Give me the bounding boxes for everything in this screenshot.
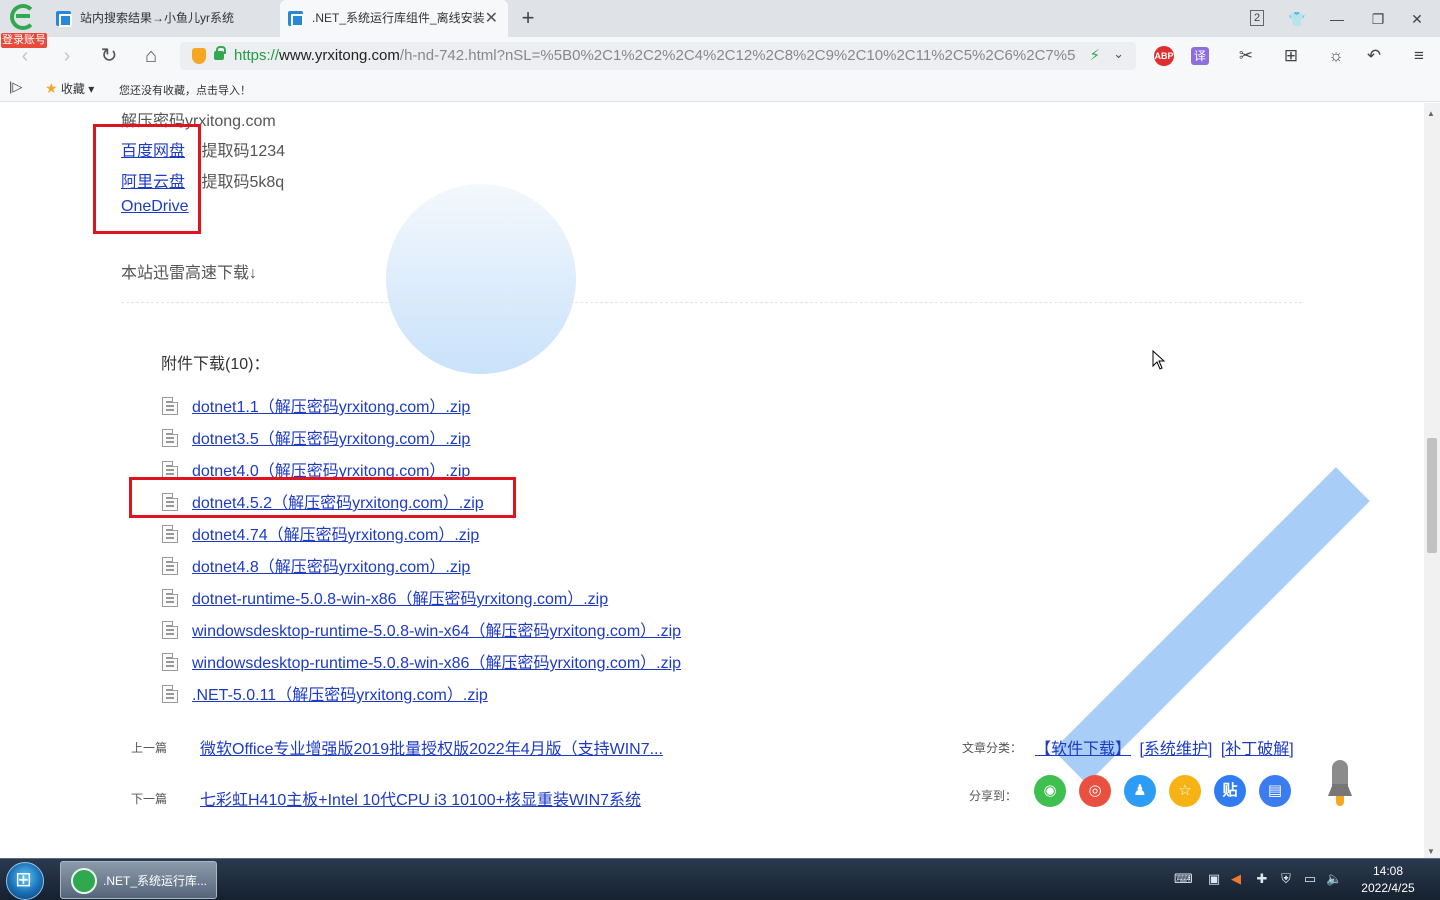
close-tab-icon[interactable]: ✕ — [485, 0, 498, 37]
highlight-box — [93, 124, 201, 234]
shirt-skin-icon[interactable]: 👕 — [1286, 8, 1308, 30]
category-list: 【软件下载】 [系统维护] [补丁破解] — [1035, 735, 1298, 759]
network-icon[interactable]: ▭ — [1302, 871, 1318, 887]
start-button[interactable] — [6, 862, 44, 900]
taskbar-browser-item[interactable]: .NET_系统运行库... — [60, 861, 217, 899]
network-monitor-icon[interactable]: ▣ — [1206, 871, 1222, 887]
category-maintenance-link[interactable]: [系统维护] — [1139, 741, 1212, 758]
attachment-link[interactable]: dotnet1.1（解压密码yrxitong.com）.zip — [192, 393, 470, 417]
zip-file-icon — [162, 653, 178, 671]
category-label: 文章分类： — [962, 741, 1023, 755]
browser-logo-icon[interactable]: 登录账号 — [0, 0, 48, 48]
decorative-circle — [386, 184, 576, 374]
home-button[interactable]: ⌂ — [138, 43, 164, 69]
new-tab-button[interactable]: + — [514, 4, 542, 32]
forward-button[interactable]: › — [54, 43, 80, 69]
weibo-share-icon[interactable]: ◎ — [1079, 775, 1111, 807]
wechat-share-icon[interactable]: ◉ — [1034, 775, 1066, 807]
refresh-button[interactable]: ↻ — [96, 43, 122, 69]
tab-title: .NET_系统运行库组件_离线安装 — [312, 11, 485, 25]
bookmark-bar: |▷ ★ 收藏 ▾ 您还没有收藏，点击导入！ — [0, 75, 1440, 102]
close-window-button[interactable]: ✕ — [1406, 8, 1428, 30]
apps-grid-icon[interactable]: ⊞ — [1279, 44, 1303, 68]
sidebar-toggle-icon[interactable]: |▷ — [9, 79, 22, 95]
category-patch-link[interactable]: [补丁破解] — [1221, 741, 1294, 758]
attachment-link[interactable]: .NET-5.0.11（解压密码yrxitong.com）.zip — [192, 681, 488, 705]
baidu-extract-code: 提取码1234 — [201, 143, 286, 160]
login-badge[interactable]: 登录账号 — [1, 33, 47, 48]
attachment-link[interactable]: windowsdesktop-runtime-5.0.8-win-x86（解压密… — [192, 649, 681, 673]
category-software-link[interactable]: 【软件下载】 — [1035, 741, 1131, 758]
security-app-icon[interactable]: ✚ — [1254, 871, 1270, 887]
tab-count-button[interactable]: 2 — [1250, 10, 1264, 26]
copy-link-icon[interactable]: ▤ — [1259, 775, 1291, 807]
keyboard-icon[interactable]: ⌨ — [1174, 871, 1193, 887]
zip-file-icon — [162, 397, 178, 415]
attachments-title: 附件下载(10)： — [161, 356, 270, 373]
zip-file-icon — [162, 621, 178, 639]
share-label: 分享到： — [969, 789, 1018, 803]
address-bar[interactable]: https://www.yrxitong.com/h-nd-742.html?n… — [180, 42, 1136, 70]
adblock-button[interactable]: ABP — [1154, 46, 1174, 66]
scrollbar-thumb[interactable] — [1427, 438, 1437, 553]
zip-file-icon — [162, 429, 178, 447]
attachment-link[interactable]: windowsdesktop-runtime-5.0.8-win-x64（解压密… — [192, 617, 681, 641]
attachment-link[interactable]: dotnet-runtime-5.0.8-win-x86（解压密码yrxiton… — [192, 585, 608, 609]
highlight-box — [129, 477, 516, 518]
tab-active[interactable]: .NET_系统运行库组件_离线安装 ✕ — [280, 0, 508, 37]
divider — [121, 302, 1302, 303]
brightness-icon[interactable]: ☼ — [1324, 44, 1348, 68]
prev-article-label: 上一篇 — [131, 741, 168, 755]
translate-button[interactable]: 译 — [1191, 47, 1209, 65]
page-content: 解压密码yrxitong.com 百度网盘 提取码1234 阿里云盘 提取码5k… — [0, 103, 1424, 858]
back-to-top-rocket-icon[interactable] — [1328, 760, 1352, 808]
minimize-button[interactable]: — — [1326, 8, 1348, 30]
speaker-app-icon[interactable]: ◀ — [1228, 871, 1244, 887]
system-clock[interactable]: 14:08 2022/4/25 — [1350, 863, 1426, 897]
volume-icon[interactable]: 🔈 — [1326, 871, 1342, 887]
bookmark-import-hint[interactable]: 您还没有收藏，点击导入！ — [119, 82, 251, 98]
tab-strip: 登录账号 站内搜索结果→小鱼儿yr系统 .NET_系统运行库组件_离线安装 ✕ … — [0, 0, 1440, 48]
browser-icon — [71, 868, 97, 894]
prev-article-link[interactable]: 微软Office专业增强版2019批量授权版2022年4月版（支持WIN7... — [200, 735, 663, 759]
site-favicon-icon — [56, 11, 72, 27]
next-article-link[interactable]: 七彩虹H410主板+Intel 10代CPU i3 10100+核显重装WIN7… — [200, 786, 641, 810]
speed-mode-icon[interactable]: ⚡ — [1089, 46, 1100, 64]
attachment-link[interactable]: dotnet4.74（解压密码yrxitong.com）.zip — [192, 521, 479, 545]
zip-file-icon — [162, 589, 178, 607]
scroll-down-icon[interactable]: ▼ — [1427, 847, 1435, 856]
menu-icon[interactable]: ≡ — [1407, 44, 1431, 68]
lock-icon[interactable] — [214, 46, 226, 60]
zip-file-icon — [162, 525, 178, 543]
next-article-label: 下一篇 — [131, 792, 168, 806]
undo-icon[interactable]: ↶ — [1362, 44, 1386, 68]
taskbar: .NET_系统运行库... ⌨ ▣ ◀ ✚ ⛨ ▭ 🔈 14:08 2022/4… — [0, 858, 1440, 900]
zip-file-icon — [162, 557, 178, 575]
zip-file-icon — [162, 685, 178, 703]
site-favicon-icon — [288, 11, 304, 27]
attachment-link[interactable]: dotnet3.5（解压密码yrxitong.com）.zip — [192, 425, 470, 449]
attachment-link[interactable]: dotnet4.8（解压密码yrxitong.com）.zip — [192, 553, 470, 577]
aliyun-extract-code: 提取码5k8q — [201, 174, 285, 191]
tab-title: 站内搜索结果→小鱼儿yr系统 — [80, 11, 234, 25]
scroll-up-icon[interactable]: ▲ — [1427, 109, 1435, 118]
qq-share-icon[interactable]: ♟ — [1124, 775, 1156, 807]
shield-tray-icon[interactable]: ⛨ — [1278, 871, 1294, 887]
tab-search-results[interactable]: 站内搜索结果→小鱼儿yr系统 — [48, 0, 276, 37]
shield-icon[interactable] — [192, 48, 206, 64]
scissors-icon[interactable]: ✂ — [1234, 44, 1258, 68]
qzone-share-icon[interactable]: ☆ — [1169, 775, 1201, 807]
tieba-share-icon[interactable]: 贴 — [1214, 775, 1246, 807]
restore-button[interactable]: ❐ — [1367, 8, 1389, 30]
star-icon: ★ — [45, 80, 58, 96]
vertical-scrollbar[interactable]: ▲ ▼ — [1424, 103, 1440, 858]
favorites-button[interactable]: ★ 收藏 ▾ — [45, 80, 94, 97]
navigation-bar: ‹ › ↻ ⌂ https://www.yrxitong.com/h-nd-74… — [0, 37, 1440, 75]
xunlei-download-text[interactable]: 本站迅雷高速下载↓ — [121, 259, 257, 283]
url-text[interactable]: https://www.yrxitong.com/h-nd-742.html?n… — [234, 42, 1076, 70]
chevron-down-icon[interactable]: ⌄ — [1113, 46, 1124, 62]
